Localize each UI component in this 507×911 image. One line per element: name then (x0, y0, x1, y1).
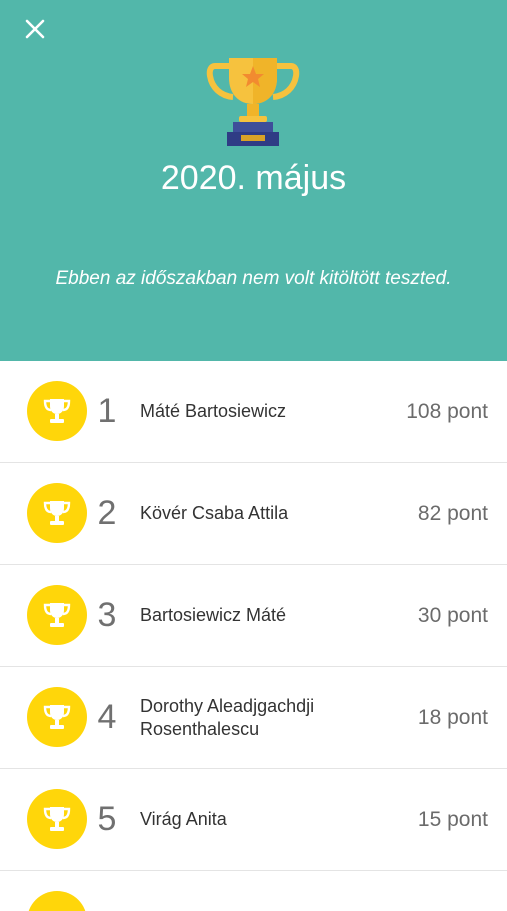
trophy-badge-icon (27, 483, 87, 543)
header-banner: 2020. május Ebben az időszakban nem volt… (0, 0, 507, 361)
leaderboard-row[interactable]: 4 Dorothy Aleadjgachdji Rosenthalescu 18… (0, 667, 507, 769)
trophy-badge-icon (27, 687, 87, 747)
rank-number: 4 (97, 698, 117, 736)
trophy-badge-icon (27, 789, 87, 849)
rank-number: 5 (97, 800, 117, 838)
player-name: Bartosiewicz Máté (140, 605, 287, 625)
leaderboard-row[interactable]: 2 Kövér Csaba Attila 82 pont (0, 463, 507, 565)
close-icon[interactable] (20, 14, 50, 44)
leaderboard-row[interactable]: 5 Virág Anita 15 pont (0, 769, 507, 871)
trophy-badge-icon (27, 585, 87, 645)
player-points: 18 pont (417, 705, 488, 729)
rank-number: 1 (97, 392, 117, 430)
player-points: 82 pont (417, 501, 488, 525)
leaderboard-row-partial[interactable] (0, 871, 507, 911)
player-points: 30 pont (417, 603, 488, 627)
player-name: Virág Anita (140, 809, 227, 829)
trophy-icon (203, 50, 303, 150)
leaderboard-row[interactable]: 3 Bartosiewicz Máté 30 pont (0, 565, 507, 667)
player-name: Máté Bartosiewicz (140, 401, 287, 421)
leaderboard-row[interactable]: 1 Máté Bartosiewicz 108 pont (0, 361, 507, 463)
leaderboard-list: 1 Máté Bartosiewicz 108 pont 2 Kövér Csa… (0, 361, 507, 911)
player-name: Dorothy Aleadjgachdji Rosenthalescu (140, 695, 315, 739)
player-name: Kövér Csaba Attila (140, 503, 289, 523)
page-title: 2020. május (160, 159, 347, 197)
trophy-badge-icon (27, 381, 87, 441)
trophy-badge-icon (27, 891, 87, 911)
player-points: 108 pont (406, 399, 488, 423)
rank-number: 3 (97, 596, 117, 634)
player-points: 15 pont (417, 807, 488, 831)
rank-number: 2 (97, 494, 117, 532)
empty-state-message: Ebben az időszakban nem volt kitöltött t… (55, 268, 452, 289)
